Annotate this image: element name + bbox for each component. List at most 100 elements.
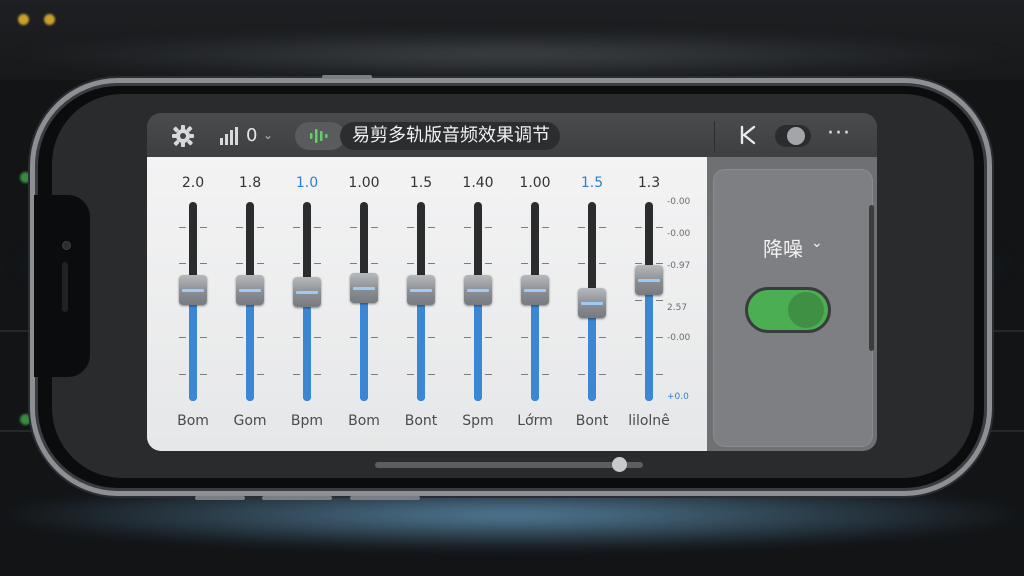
scrub-knob[interactable]: [612, 457, 627, 472]
eq-band: 1.0 Bpm: [279, 157, 335, 451]
background-dot: [18, 14, 29, 25]
camera-icon: [62, 241, 71, 250]
eq-band-label: Bom: [348, 413, 380, 429]
eq-band: 1.8 Gom: [222, 157, 278, 451]
eq-tick: [200, 263, 207, 264]
window-title: 易剪多轨版音频效果调节: [340, 122, 560, 150]
signal-bars-icon[interactable]: [219, 126, 241, 146]
gear-icon[interactable]: [171, 124, 195, 148]
equalizer-panel: -0.00 -0.00 -0.97 2.57 -0.00 +0.0 2.0 Bom…: [147, 157, 707, 451]
eq-tick: [485, 263, 492, 264]
eq-band-label: lilolnê: [628, 413, 670, 429]
eq-band-label: Bom: [177, 413, 209, 429]
eq-band-label: Lớrm: [517, 413, 553, 429]
k-back-icon[interactable]: [737, 124, 759, 146]
eq-tick: [485, 337, 492, 338]
eq-band-label: Bpm: [290, 413, 324, 429]
phone-side-button: [350, 496, 420, 500]
toolbar-toggle[interactable]: [775, 125, 811, 147]
eq-tick: [200, 227, 207, 228]
eq-band-label: Bont: [404, 413, 438, 429]
noise-reduction-toggle[interactable]: [745, 287, 831, 333]
eq-slider-thumb[interactable]: [635, 265, 663, 295]
eq-tick: [578, 227, 585, 228]
eq-tick: [464, 263, 471, 264]
eq-tick: [350, 263, 357, 264]
eq-tick: [428, 337, 435, 338]
eq-slider-thumb[interactable]: [521, 275, 549, 305]
eq-tick: [656, 337, 663, 338]
eq-tick: [293, 263, 300, 264]
eq-tick: [599, 337, 606, 338]
eq-tick: [179, 227, 186, 228]
eq-band: 1.3 lilolnê: [621, 157, 677, 451]
eq-tick: [635, 374, 642, 375]
eq-slider-fill: [474, 290, 482, 401]
eq-tick: [599, 374, 606, 375]
eq-tick: [542, 337, 549, 338]
eq-slider-thumb[interactable]: [236, 275, 264, 305]
eq-band: 1.00 Bom: [336, 157, 392, 451]
eq-slider-fill: [531, 290, 539, 401]
eq-tick: [371, 337, 378, 338]
eq-slider-thumb[interactable]: [293, 277, 321, 307]
eq-tick: [521, 337, 528, 338]
eq-tick: [407, 374, 414, 375]
eq-tick: [635, 300, 642, 301]
eq-band: 1.5 Bont: [393, 157, 449, 451]
eq-tick: [371, 227, 378, 228]
phone-side-button: [195, 496, 245, 500]
eq-slider-thumb[interactable]: [464, 275, 492, 305]
eq-tick: [464, 227, 471, 228]
more-icon[interactable]: ···: [827, 121, 851, 146]
eq-slider-track[interactable]: [645, 202, 653, 401]
eq-tick: [599, 227, 606, 228]
eq-band: 2.0 Bom: [165, 157, 221, 451]
eq-tick: [656, 227, 663, 228]
home-indicator[interactable]: [375, 462, 643, 468]
eq-band-value: 2.0: [181, 175, 205, 191]
eq-tick: [179, 337, 186, 338]
chevron-down-icon[interactable]: ⌄: [811, 235, 823, 251]
eq-tick: [542, 263, 549, 264]
eq-band: 1.5 Bont: [564, 157, 620, 451]
eq-slider-thumb[interactable]: [407, 275, 435, 305]
eq-tick: [314, 227, 321, 228]
eq-band-value: 1.5: [409, 175, 433, 191]
panel-scrollbar[interactable]: [869, 205, 874, 351]
background-waveform: [0, 30, 1024, 80]
chevron-down-icon[interactable]: ⌄: [263, 128, 273, 142]
eq-slider-thumb[interactable]: [179, 275, 207, 305]
eq-tick: [236, 263, 243, 264]
eq-tick: [314, 263, 321, 264]
level-value[interactable]: 0: [246, 125, 257, 146]
eq-tick: [257, 263, 264, 264]
eq-band-label: Bont: [575, 413, 609, 429]
eq-band-value: 1.40: [462, 175, 494, 191]
eq-tick: [656, 300, 663, 301]
toolbar: 0 ⌄ 易剪多轨版音频效果调节 ···: [147, 113, 877, 157]
toggle-knob: [788, 292, 824, 328]
eq-tick: [635, 337, 642, 338]
eq-tick: [521, 227, 528, 228]
eq-tick: [371, 263, 378, 264]
eq-tick: [656, 263, 663, 264]
eq-band-value: 1.3: [637, 175, 661, 191]
eq-tick: [350, 374, 357, 375]
toggle-knob: [787, 127, 805, 145]
eq-slider-thumb[interactable]: [578, 288, 606, 318]
eq-slider-fill: [360, 288, 368, 401]
eq-tick: [599, 263, 606, 264]
waveform-button[interactable]: [295, 122, 345, 150]
eq-tick: [257, 374, 264, 375]
eq-tick: [656, 374, 663, 375]
eq-tick: [578, 337, 585, 338]
speaker-grille: [62, 262, 68, 312]
eq-band-value: 1.00: [348, 175, 380, 191]
noise-reduction-label[interactable]: 降噪: [763, 233, 803, 262]
eq-slider-thumb[interactable]: [350, 273, 378, 303]
eq-tick: [578, 263, 585, 264]
eq-band-value: 1.8: [238, 175, 262, 191]
eq-tick: [485, 227, 492, 228]
eq-tick: [257, 227, 264, 228]
